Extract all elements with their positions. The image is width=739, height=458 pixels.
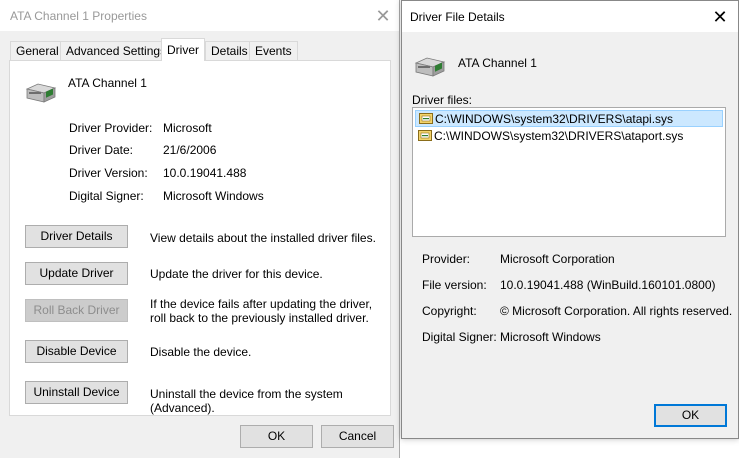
list-item[interactable]: C:\WINDOWS\system32\DRIVERS\atapi.sys: [415, 110, 723, 127]
cancel-button[interactable]: Cancel: [321, 425, 394, 448]
update-driver-description: Update the driver for this device.: [150, 267, 323, 281]
driver-details-button[interactable]: Driver Details: [25, 225, 128, 248]
digital-signer-label: Digital Signer:: [69, 189, 144, 203]
close-icon[interactable]: ✕: [710, 7, 730, 27]
driver-file-path: C:\WINDOWS\system32\DRIVERS\ataport.sys: [434, 128, 684, 143]
driver-details-description: View details about the installed driver …: [150, 231, 376, 245]
properties-window: ATA Channel 1 Properties ✕ General Advan…: [0, 0, 400, 458]
driver-provider-value: Microsoft: [163, 121, 212, 135]
close-icon[interactable]: ✕: [373, 6, 393, 26]
tab-details[interactable]: Details: [205, 41, 254, 60]
driver-date-value: 21/6/2006: [163, 143, 217, 157]
roll-back-driver-button[interactable]: Roll Back Driver: [25, 299, 128, 322]
tab-events[interactable]: Events: [249, 41, 298, 60]
driver-files-list[interactable]: C:\WINDOWS\system32\DRIVERS\atapi.sys C:…: [412, 107, 726, 237]
properties-titlebar: ATA Channel 1 Properties ✕: [0, 0, 399, 31]
driver-provider-label: Driver Provider:: [69, 121, 153, 135]
digital-signer-value: Microsoft Windows: [163, 189, 264, 203]
driver-version-label: Driver Version:: [69, 166, 148, 180]
ata-channel-device-icon: [25, 83, 57, 103]
tab-general[interactable]: General: [10, 41, 65, 60]
properties-title: ATA Channel 1 Properties: [10, 9, 147, 23]
tab-driver[interactable]: Driver: [161, 38, 205, 61]
details-digital-signer-value: Microsoft Windows: [500, 330, 601, 344]
disable-device-button[interactable]: Disable Device: [25, 340, 128, 363]
list-item[interactable]: C:\WINDOWS\system32\DRIVERS\ataport.sys: [415, 127, 723, 144]
file-version-label: File version:: [422, 278, 487, 292]
copyright-label: Copyright:: [422, 304, 477, 318]
ok-button[interactable]: OK: [240, 425, 313, 448]
copyright-value: © Microsoft Corporation. All rights rese…: [500, 304, 733, 318]
details-device-name: ATA Channel 1: [458, 56, 537, 70]
file-version-value: 10.0.19041.488 (WinBuild.160101.0800): [500, 278, 716, 292]
disable-device-description: Disable the device.: [150, 345, 252, 359]
driver-files-label: Driver files:: [412, 93, 473, 107]
driver-date-label: Driver Date:: [69, 143, 134, 157]
driver-file-icon: [419, 113, 433, 124]
details-title: Driver File Details: [410, 10, 505, 24]
driver-version-value: 10.0.19041.488: [163, 166, 247, 180]
roll-back-driver-description: If the device fails after updating the d…: [150, 297, 373, 325]
device-name: ATA Channel 1: [68, 76, 147, 90]
driver-file-path: C:\WINDOWS\system32\DRIVERS\atapi.sys: [435, 111, 674, 126]
update-driver-button[interactable]: Update Driver: [25, 262, 128, 285]
uninstall-device-button[interactable]: Uninstall Device: [25, 381, 128, 404]
details-digital-signer-label: Digital Signer:: [422, 330, 497, 344]
ata-channel-device-icon: [414, 57, 446, 77]
provider-label: Provider:: [422, 252, 471, 266]
tab-advanced-settings[interactable]: Advanced Settings: [60, 41, 173, 60]
uninstall-device-description: Uninstall the device from the system (Ad…: [150, 387, 343, 415]
driver-file-icon: [418, 130, 432, 141]
details-ok-button[interactable]: OK: [654, 404, 727, 427]
details-titlebar: Driver File Details ✕: [402, 1, 738, 32]
provider-value: Microsoft Corporation: [500, 252, 615, 266]
driver-file-details-dialog: Driver File Details ✕ ATA Channel 1 Driv…: [401, 0, 739, 439]
